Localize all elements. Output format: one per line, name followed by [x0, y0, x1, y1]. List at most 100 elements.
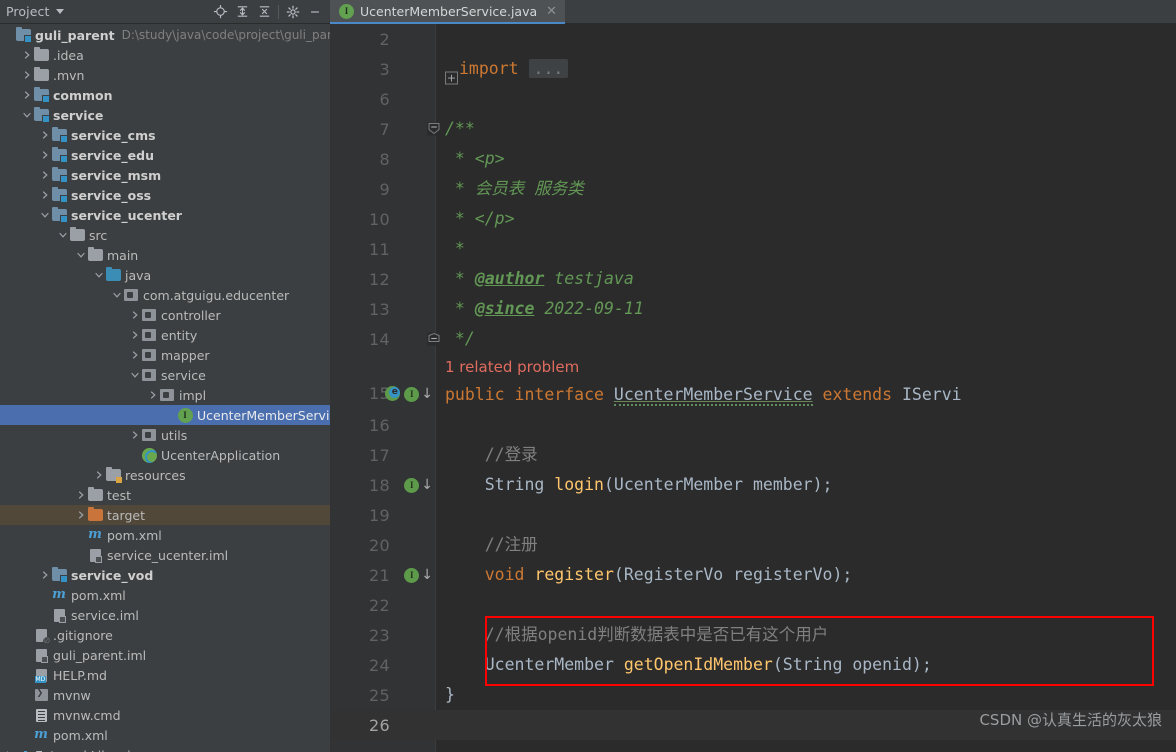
tree-item-impl[interactable]: impl: [0, 385, 330, 405]
tree-item-guli-parent-iml[interactable]: guli_parent.iml: [0, 645, 330, 665]
gutter-line-19[interactable]: 19: [330, 500, 435, 530]
gutter-line-8[interactable]: 8: [330, 144, 435, 174]
chevron-down-icon[interactable]: [56, 225, 69, 245]
chevron-right-icon[interactable]: [128, 425, 141, 445]
tree-item-ucenterapplication[interactable]: UcenterApplication: [0, 445, 330, 465]
gutter-line-23[interactable]: 23: [330, 620, 435, 650]
chevron-down-icon[interactable]: [92, 265, 105, 285]
gutter-line-26[interactable]: 26: [330, 710, 435, 740]
chevron-right-icon[interactable]: [74, 505, 87, 525]
chevron-right-icon[interactable]: [20, 65, 33, 85]
code-line-9[interactable]: * 会员表 服务类: [435, 174, 1176, 204]
tree-item-src[interactable]: src: [0, 225, 330, 245]
tree-item-service-cms[interactable]: service_cms: [0, 125, 330, 145]
chevron-right-icon[interactable]: [38, 125, 51, 145]
tree-item-gitignore[interactable]: .gitignore: [0, 625, 330, 646]
chevron-right-icon[interactable]: [2, 745, 15, 752]
chevron-down-icon[interactable]: [20, 105, 33, 125]
implemented-by-icon[interactable]: I: [404, 567, 420, 583]
gutter-line-11[interactable]: 11: [330, 234, 435, 264]
chevron-right-icon[interactable]: [128, 305, 141, 325]
project-tree[interactable]: guli_parent D:\study\java\code\project\gu…: [0, 24, 330, 752]
code-line-21[interactable]: void register(RegisterVo registerVo);: [435, 560, 1176, 590]
editor-tab-ucentermemberservice[interactable]: I UcenterMemberService.java ✕: [330, 0, 566, 24]
gutter-line-7[interactable]: 7: [330, 114, 435, 144]
chevron-right-icon[interactable]: [38, 185, 51, 205]
gutter-line-18[interactable]: 18 I ↓: [330, 470, 435, 500]
tree-item-idea[interactable]: .idea: [0, 45, 330, 65]
code-line-16[interactable]: [435, 410, 1176, 440]
gutter-line-21[interactable]: 21 I ↓: [330, 560, 435, 590]
gutter-line-3[interactable]: 3: [330, 54, 435, 84]
tree-item-target[interactable]: target: [0, 505, 330, 525]
tree-item-service-msm[interactable]: service_msm: [0, 165, 330, 185]
chevron-right-icon[interactable]: [128, 345, 141, 365]
code-line-7[interactable]: /**: [427, 114, 1176, 144]
tree-item-utils[interactable]: utils: [0, 425, 330, 445]
gutter-markers[interactable]: I↓: [385, 386, 433, 402]
tree-item-service-ucenter[interactable]: service_ucenter: [0, 205, 330, 225]
tree-item-service[interactable]: service: [0, 105, 330, 125]
gutter-line-20[interactable]: 20: [330, 530, 435, 560]
implemented-by-icon[interactable]: I: [404, 477, 420, 493]
chevron-right-icon[interactable]: [38, 145, 51, 165]
chevron-right-icon[interactable]: [146, 385, 159, 405]
settings-gear-icon[interactable]: [282, 1, 304, 23]
gutter-line-6[interactable]: 6: [330, 84, 435, 114]
arrow-down-icon[interactable]: ↓: [421, 478, 433, 492]
tree-item-com-atguigu-educenter[interactable]: com.atguigu.educenter: [0, 285, 330, 305]
gutter-line-10[interactable]: 10: [330, 204, 435, 234]
code-line-23[interactable]: //根据openid判断数据表中是否已有这个用户: [435, 620, 1176, 650]
tree-item-pom-xml[interactable]: m pom.xml: [0, 525, 330, 545]
code-line-6[interactable]: [435, 84, 1176, 114]
chevron-down-icon[interactable]: [56, 9, 65, 14]
tree-item-service-vod[interactable]: service_vod: [0, 565, 330, 585]
tree-item-main[interactable]: main: [0, 245, 330, 265]
tree-item-pom-xml[interactable]: m pom.xml: [0, 725, 330, 745]
chevron-right-icon[interactable]: [38, 165, 51, 185]
chevron-down-icon[interactable]: [38, 205, 51, 225]
gutter-line-2[interactable]: 2: [330, 24, 435, 54]
related-problem-hint[interactable]: 1 related problem: [445, 354, 1176, 380]
gutter-line-24[interactable]: 24: [330, 650, 435, 680]
arrow-down-icon[interactable]: ↓: [421, 568, 433, 582]
tree-item-service-ucenter-iml[interactable]: service_ucenter.iml: [0, 545, 330, 565]
spring-bean-icon[interactable]: [385, 386, 402, 402]
code-line-17[interactable]: //登录: [435, 440, 1176, 470]
tree-item-controller[interactable]: controller: [0, 305, 330, 325]
code-line-8[interactable]: * <p>: [435, 144, 1176, 174]
code-line-19[interactable]: [435, 500, 1176, 530]
code-line-15[interactable]: 1 related problem public interface Ucente…: [435, 354, 1176, 410]
tree-item-service-oss[interactable]: service_oss: [0, 185, 330, 205]
arrow-down-icon[interactable]: ↓: [421, 387, 433, 401]
tree-item-common[interactable]: common: [0, 85, 330, 105]
tree-item-mvnw[interactable]: mvnw: [0, 685, 330, 705]
chevron-down-icon[interactable]: [74, 245, 87, 265]
code-line-11[interactable]: *: [435, 234, 1176, 264]
tree-item-resources[interactable]: resources: [0, 465, 330, 485]
gutter-line-16[interactable]: 16: [330, 410, 435, 440]
gutter-line-17[interactable]: 17: [330, 440, 435, 470]
tree-item-guli-parent[interactable]: guli_parent D:\study\java\code\project\gu…: [0, 25, 330, 45]
tree-item-java[interactable]: java: [0, 265, 330, 285]
tree-item-mapper[interactable]: mapper: [0, 345, 330, 365]
gutter-line-25[interactable]: 25: [330, 680, 435, 710]
tree-item-pom-xml[interactable]: m pom.xml: [0, 585, 330, 605]
fold-collapse-icon[interactable]: [427, 122, 440, 136]
gutter-line-12[interactable]: 12: [330, 264, 435, 294]
code-line-3[interactable]: + import ...: [435, 54, 1176, 85]
tree-item-ucentermemberservice[interactable]: I UcenterMemberService: [0, 405, 330, 425]
tree-item-service[interactable]: service: [0, 365, 330, 385]
gutter-line-9[interactable]: 9: [330, 174, 435, 204]
chevron-down-icon[interactable]: [110, 285, 123, 305]
close-icon[interactable]: ✕: [546, 4, 557, 19]
gutter-line-15[interactable]: 15I↓: [330, 354, 435, 410]
code-viewport[interactable]: 236789101112131415I↓161718I↓192021I↓2223…: [330, 24, 1176, 752]
gutter-line-13[interactable]: 13: [330, 294, 435, 324]
tree-item-external-libraries[interactable]: External Libraries: [0, 745, 330, 752]
fold-collapse-end-icon[interactable]: [427, 332, 440, 346]
chevron-right-icon[interactable]: [20, 45, 33, 65]
locate-target-icon[interactable]: [209, 1, 231, 23]
implemented-by-icon[interactable]: I: [404, 386, 420, 402]
gutter-markers[interactable]: I↓: [404, 477, 433, 493]
